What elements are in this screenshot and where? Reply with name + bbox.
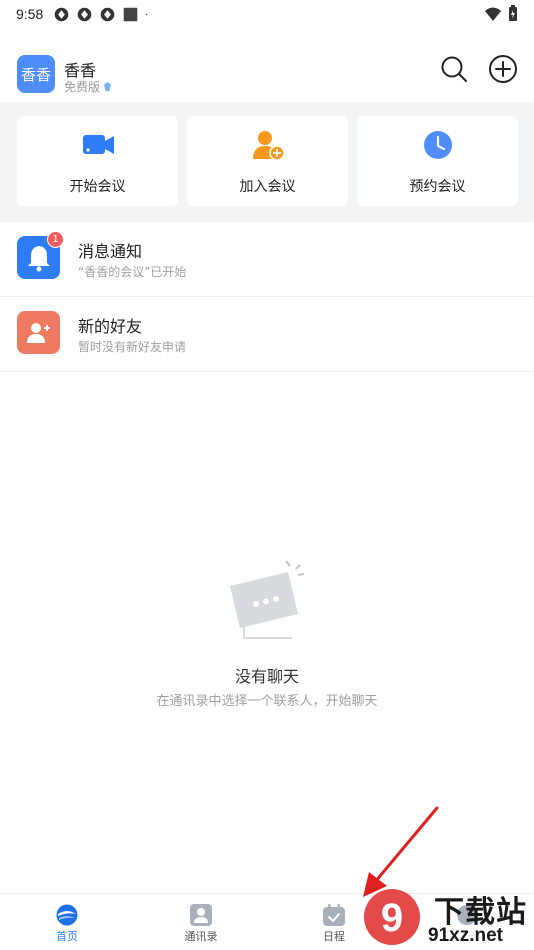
avatar[interactable]: 香香 <box>17 55 55 93</box>
notification-badge: 1 <box>47 231 64 248</box>
nav-contacts[interactable]: 通讯录 <box>134 894 268 950</box>
notification-list-item[interactable]: 1 消息通知 “香香的会议”已开始 <box>0 222 534 297</box>
video-camera-icon <box>82 135 114 154</box>
header: 香香 香香 免费版 <box>0 40 534 102</box>
watermark-domain: 91xz.net <box>428 925 503 946</box>
status-time: 9:58 <box>16 6 44 22</box>
home-icon <box>56 904 78 926</box>
wifi-icon <box>485 7 501 21</box>
plan-badge-icon <box>103 82 112 91</box>
join-meeting-button[interactable]: 加入会议 <box>187 116 348 206</box>
contacts-icon <box>190 904 212 926</box>
nav-home[interactable]: 首页 <box>0 894 134 950</box>
app-notification-icon <box>100 7 115 21</box>
calendar-icon <box>323 904 345 926</box>
list-subtitle: “香香的会议”已开始 <box>78 265 187 279</box>
search-icon[interactable] <box>439 54 469 84</box>
quick-actions-panel: 开始会议 加入会议 预约会议 <box>0 102 534 222</box>
schedule-meeting-label: 预约会议 <box>409 179 466 195</box>
new-friends-list-item[interactable]: 新的好友 暂时没有新好友申请 <box>0 297 534 372</box>
clock-icon <box>423 131 452 159</box>
join-meeting-label: 加入会议 <box>239 179 296 195</box>
user-plan[interactable]: 免费版 <box>64 78 112 95</box>
status-bar: 9:58 <box>0 0 534 28</box>
app-notification-icon <box>77 7 92 21</box>
app-notification-icon <box>54 7 69 21</box>
empty-chat-illustration <box>230 560 305 639</box>
add-friend-icon <box>17 311 60 354</box>
empty-state-subtitle: 在通讯录中选择一个联系人，开始聊天 <box>156 694 378 709</box>
list-title: 消息通知 <box>78 242 143 261</box>
plan-label: 免费版 <box>64 80 101 94</box>
add-person-icon <box>252 131 285 161</box>
more-notifications-icon <box>146 13 148 15</box>
watermark: 9 下载站 91xz.net <box>362 885 534 950</box>
empty-state-title: 没有聊天 <box>234 667 299 686</box>
watermark-logo-icon: 9 <box>364 889 420 945</box>
start-meeting-button[interactable]: 开始会议 <box>17 116 178 206</box>
add-icon[interactable] <box>488 54 518 84</box>
square-notification-icon <box>123 7 138 21</box>
watermark-number: 9 <box>381 896 403 940</box>
schedule-meeting-button[interactable]: 预约会议 <box>357 116 518 206</box>
nav-contacts-label: 通讯录 <box>184 930 218 943</box>
list-subtitle: 暂时没有新好友申请 <box>78 340 187 354</box>
list-title: 新的好友 <box>78 317 143 336</box>
status-right <box>484 5 518 22</box>
start-meeting-label: 开始会议 <box>69 179 126 195</box>
battery-icon <box>509 5 517 21</box>
nav-home-label: 首页 <box>56 930 78 943</box>
